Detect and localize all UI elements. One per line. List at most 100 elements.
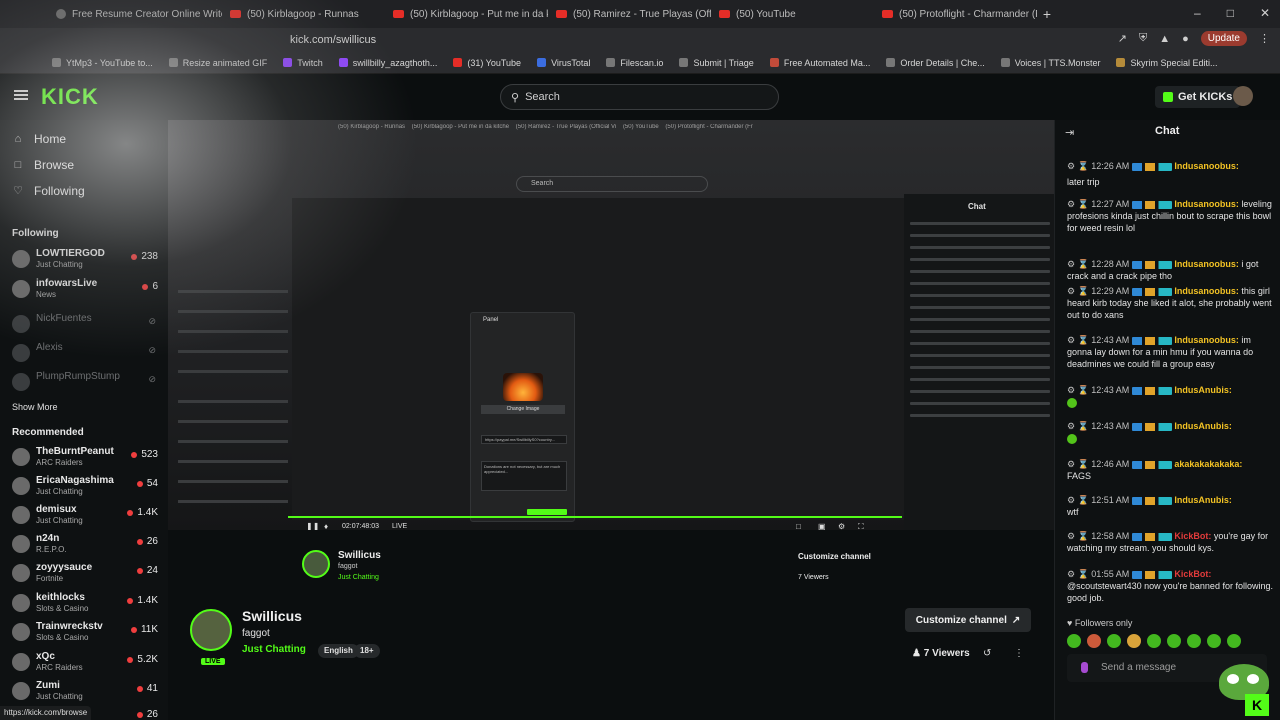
user-avatar[interactable] [1233,86,1253,106]
menu-icon[interactable] [14,90,28,100]
nested-chat-line [910,306,1050,309]
bookmark[interactable]: Skyrim Special Editi... [1116,58,1217,68]
tag-language[interactable]: English [318,644,359,658]
live-badge: LIVE [201,658,225,665]
customize-channel-button[interactable]: Customize channel ↗ [905,608,1031,632]
browser-tab[interactable]: Free Resume Creator Online Write an [0,0,222,28]
chat-message: ⚙ ⌛ 01:55 AM KickBot: @scoutstewart430 n… [1067,569,1273,603]
emote-icon[interactable] [1167,634,1181,648]
extension-icon[interactable]: ▲ [1159,33,1170,45]
sidebar-item-home[interactable]: ⌂ Home [12,132,66,146]
bookmark[interactable]: Twitch [283,58,323,68]
nested-stream-info: Swillicus faggot Just Chatting Customize… [298,548,888,598]
recommended-channel[interactable]: TheBurntPeanut ARC Raiders 523 [12,446,160,470]
following-channel[interactable]: LOWTIERGOD Just Chatting 238 [12,248,160,272]
bookmark[interactable]: VirusTotal [537,58,590,68]
new-tab-button[interactable]: + [1037,6,1057,22]
collapse-chat-icon[interactable]: ⇥ [1065,126,1074,139]
url-field[interactable]: kick.com/swillicus [290,34,376,46]
sidebar-item-following[interactable]: ♡ Following [12,184,85,198]
video-player[interactable]: (50) Kirblagoop - Runnas (50) Kirblagoop… [168,120,1054,530]
settings-icon[interactable]: ⚙ [838,522,845,530]
theater-icon[interactable]: ▣ [818,522,826,530]
emote-icon[interactable] [1187,634,1201,648]
kick-logo[interactable]: KICK [41,84,99,110]
recommended-channel[interactable]: n24n R.E.P.O. 26 [12,533,160,557]
chat-message: ⚙ ⌛ 12:27 AM Indusanoobus: leveling prof… [1067,199,1272,233]
microphone-icon[interactable] [1081,662,1088,673]
browser-tab[interactable]: (50) Kirblagoop - Runnas [222,0,385,28]
recommended-channel[interactable]: keithlocks Slots & Casino 1.4K [12,592,160,616]
bookmark[interactable]: (31) YouTube [453,58,521,68]
fullscreen-icon[interactable]: ⛶ [858,522,864,530]
nested-chat-line [910,234,1050,237]
bookmark[interactable]: Order Details | Che... [886,58,985,68]
chat-badges [1131,422,1172,431]
recommended-channel[interactable]: Trainwreckstv Slots & Casino 11K [12,621,160,645]
nested-sidebar-row [178,310,288,313]
streamer-name[interactable]: Swillicus [242,608,302,624]
bookmark[interactable]: YtMp3 - YouTube to... [52,58,153,68]
emote-icon[interactable] [1087,634,1101,648]
emote-icon[interactable] [1227,634,1241,648]
bookmark[interactable]: Submit | Triage [679,58,754,68]
emote-icon[interactable] [1127,634,1141,648]
bookmark[interactable]: Filescan.io [606,58,663,68]
streamer-avatar[interactable] [190,609,232,651]
close-icon[interactable]: ✕ [1260,6,1270,20]
tag-age[interactable]: 18+ [354,644,380,658]
maximize-icon[interactable]: □ [1227,6,1234,20]
chat-panel: ⇥ Chat later trip ⚙ ⌛ 12:26 AM Indusanoo… [1054,120,1280,720]
update-button[interactable]: Update [1200,31,1247,46]
following-channel-offline[interactable]: NickFuentes ⊘ [12,313,160,337]
minimize-icon[interactable]: – [1194,6,1201,20]
search-input[interactable]: ⚲ Search [500,84,779,110]
following-channel-offline[interactable]: PlumpRumpStump ⊘ [12,371,160,395]
browser-tab[interactable]: (50) Ramirez - True Playas (Official Vi [548,0,711,28]
nested-chat-line [910,402,1050,405]
chat-badges [1131,260,1172,269]
volume-icon[interactable]: ♦ [324,522,328,530]
sidebar: ⌂ Home □ Browse ♡ Following Following LOWTI… [0,120,168,720]
bookmark[interactable]: Free Automated Ma... [769,58,870,68]
share-icon[interactable]: ↺ [983,648,991,659]
sidebar-item-browse[interactable]: □ Browse [12,158,74,172]
menu-icon[interactable]: ⋮ [1259,32,1270,45]
share-icon[interactable]: ↗ [1118,32,1127,45]
emote-icon[interactable] [1067,634,1081,648]
emote-bar [1067,634,1277,648]
emote-icon[interactable] [1147,634,1161,648]
profile-icon[interactable]: ● [1182,33,1189,45]
recommended-channel[interactable]: Zumi Just Chatting 41 [12,680,160,704]
nested-search: Search [516,176,708,192]
following-channel-offline[interactable]: Alexis ⊘ [12,342,160,366]
shield-icon[interactable]: ⛨ [1139,32,1147,45]
chat-message: ⚙ ⌛ 12:43 AM IndusAnubis: [1067,420,1275,444]
avatar [12,506,30,524]
bookmark[interactable]: Voices | TTS.Monster [1000,58,1100,68]
recommended-channel[interactable]: zoyyysauce Fortnite 24 [12,562,160,586]
clip-icon[interactable]: □ [796,522,801,530]
bookmark[interactable]: swillbilly_azagthoth... [338,58,437,68]
bookmark-icon [606,58,616,67]
recommended-channel[interactable]: xQc ARC Raiders 5.2K [12,651,160,675]
play-pause-icon[interactable]: ❚❚ [306,522,319,530]
emote-icon[interactable] [1107,634,1121,648]
recommended-channel[interactable]: demisux Just Chatting 1.4K [12,504,160,528]
emote-icon[interactable] [1207,634,1221,648]
chat-message: ⚙ ⌛ 12:29 AM Indusanoobus: this girl hea… [1067,286,1272,320]
stream-category[interactable]: Just Chatting [242,644,306,655]
recommended-channel[interactable]: EricaNagashima Just Chatting 54 [12,475,160,499]
nested-sidebar-row [178,400,288,403]
show-more-link[interactable]: Show More [12,402,58,412]
bookmark-icon [52,58,61,67]
progress-bar[interactable] [288,516,902,518]
nested-sidebar-row [178,460,288,463]
browser-tab[interactable]: (50) YouTube [711,0,874,28]
bookmark[interactable]: Resize animated GIF [168,58,267,68]
get-kicks-button[interactable]: Get KICKs [1155,86,1241,108]
more-options-icon[interactable]: ⋮ [1014,648,1024,659]
browser-tab[interactable]: (50) Protoflight - Charmander (Fr [874,0,1037,28]
browser-tab[interactable]: (50) Kirblagoop - Put me in da kitche [385,0,548,28]
following-channel[interactable]: infowarsLive News 6 [12,278,160,302]
